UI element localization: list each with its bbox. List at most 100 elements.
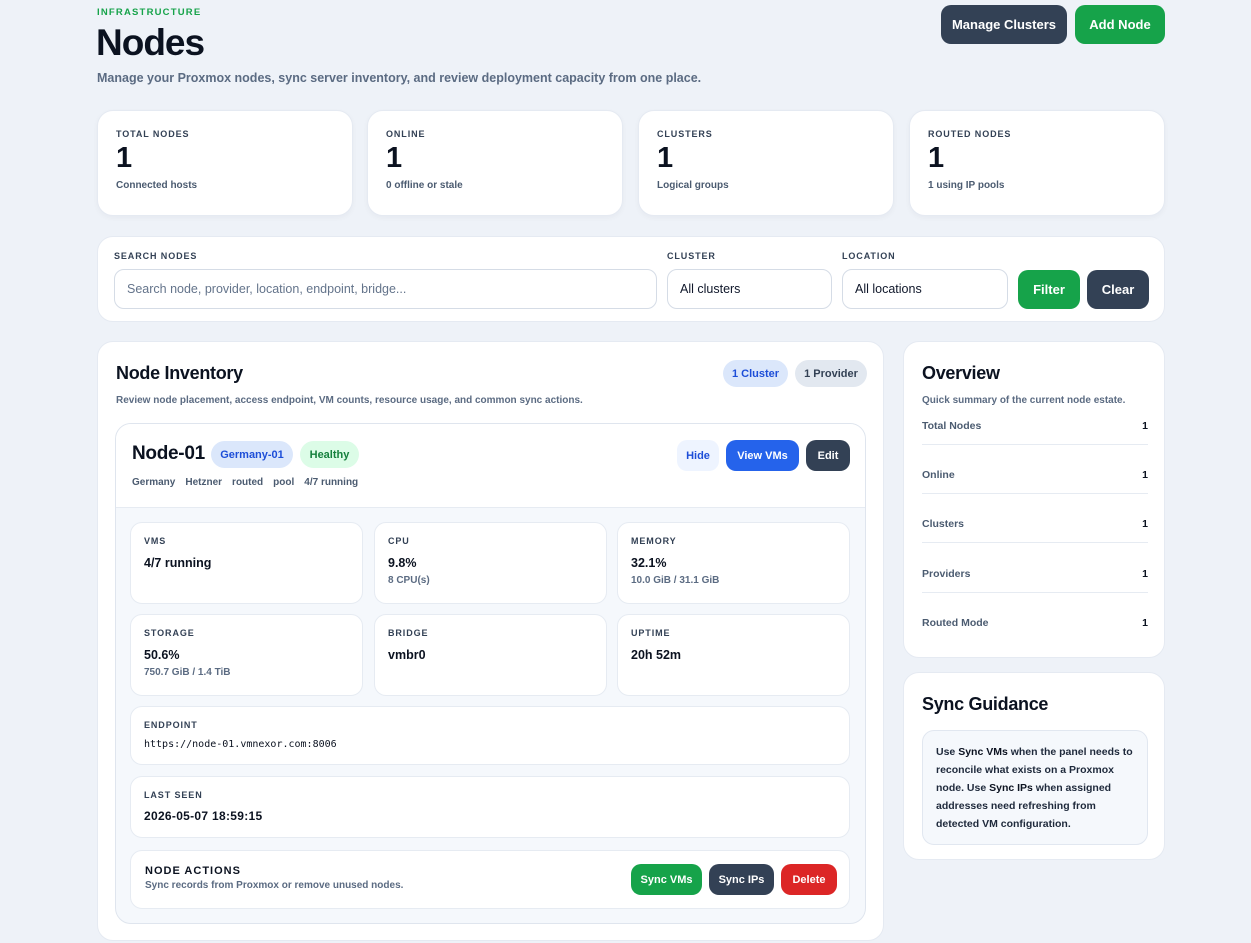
guidance-text-1: Use bbox=[936, 746, 959, 758]
metric-storage: STORAGE 50.6% 750.7 GiB / 1.4 TiB bbox=[130, 614, 363, 696]
page-title: Nodes bbox=[96, 22, 205, 63]
clear-button[interactable]: Clear bbox=[1087, 270, 1149, 309]
provider-count-pill: 1 Provider bbox=[795, 360, 867, 387]
edit-button[interactable]: Edit bbox=[806, 440, 850, 471]
overview-row-value: 1 bbox=[1142, 420, 1148, 432]
metric-uptime: UPTIME 20h 52m bbox=[617, 614, 850, 696]
stat-note: Logical groups bbox=[657, 179, 729, 191]
filter-bar: SEARCH NODES Search node, provider, loca… bbox=[97, 236, 1165, 322]
guidance-sync-vms: Sync VMs bbox=[958, 746, 1008, 758]
metric-label: STORAGE bbox=[144, 628, 195, 638]
search-label: SEARCH NODES bbox=[114, 251, 198, 261]
node-card-header: Node-01 Germany-01 Healthy Germany Hetzn… bbox=[116, 424, 865, 508]
divider bbox=[922, 542, 1148, 543]
stat-card-online: ONLINE 1 0 offline or stale bbox=[367, 110, 623, 216]
overview-panel: Overview Quick summary of the current no… bbox=[903, 341, 1165, 658]
stat-card-clusters: CLUSTERS 1 Logical groups bbox=[638, 110, 894, 216]
page-eyebrow: INFRASTRUCTURE bbox=[97, 7, 202, 18]
location-select[interactable]: All locations bbox=[842, 269, 1008, 309]
overview-subtitle: Quick summary of the current node estate… bbox=[922, 395, 1126, 406]
overview-title: Overview bbox=[922, 363, 1000, 383]
node-actions-box: NODE ACTIONS Sync records from Proxmox o… bbox=[130, 850, 850, 909]
metric-value: 4/7 running bbox=[144, 556, 212, 570]
node-meta: Germany Hetzner routed pool 4/7 running bbox=[132, 477, 358, 488]
stat-value: 1 bbox=[657, 142, 674, 174]
overview-row-online: Online 1 bbox=[922, 465, 1148, 485]
stat-value: 1 bbox=[386, 142, 403, 174]
sync-guidance-panel: Sync Guidance Use Sync VMs when the pane… bbox=[903, 672, 1165, 860]
sync-guidance-text: Use Sync VMs when the panel needs to rec… bbox=[922, 730, 1148, 845]
sync-ips-button[interactable]: Sync IPs bbox=[709, 864, 774, 895]
metric-label: MEMORY bbox=[631, 536, 677, 546]
view-vms-button[interactable]: View VMs bbox=[726, 440, 799, 471]
metric-value: 9.8% bbox=[388, 556, 417, 570]
last-seen-label: LAST SEEN bbox=[144, 790, 203, 800]
overview-row-value: 1 bbox=[1142, 568, 1148, 580]
cluster-label: CLUSTER bbox=[667, 251, 716, 261]
overview-row-total-nodes: Total Nodes 1 bbox=[922, 416, 1148, 436]
overview-row-label: Total Nodes bbox=[922, 420, 982, 432]
stat-label: ROUTED NODES bbox=[928, 129, 1012, 139]
metric-memory: MEMORY 32.1% 10.0 GiB / 31.1 GiB bbox=[617, 522, 850, 604]
page-subtitle: Manage your Proxmox nodes, sync server i… bbox=[97, 71, 702, 85]
metric-note: 750.7 GiB / 1.4 TiB bbox=[144, 667, 231, 678]
metric-label: UPTIME bbox=[631, 628, 671, 638]
node-meta-ip-mode: pool bbox=[273, 477, 295, 488]
metric-note: 8 CPU(s) bbox=[388, 575, 430, 586]
sync-guidance-title: Sync Guidance bbox=[922, 694, 1049, 714]
overview-row-providers: Providers 1 bbox=[922, 564, 1148, 584]
stat-note: Connected hosts bbox=[116, 179, 198, 191]
stat-value: 1 bbox=[928, 142, 945, 174]
hide-button[interactable]: Hide bbox=[677, 440, 719, 471]
metric-vms: VMS 4/7 running bbox=[130, 522, 363, 604]
stat-value: 1 bbox=[116, 142, 133, 174]
stat-label: TOTAL NODES bbox=[116, 129, 190, 139]
metric-cpu: CPU 9.8% 8 CPU(s) bbox=[374, 522, 607, 604]
metric-label: VMS bbox=[144, 536, 167, 546]
overview-row-value: 1 bbox=[1142, 518, 1148, 530]
endpoint-box: ENDPOINT https://node-01.vmnexor.com:800… bbox=[130, 706, 850, 765]
overview-row-value: 1 bbox=[1142, 469, 1148, 481]
overview-row-label: Routed Mode bbox=[922, 617, 989, 629]
metric-value: vmbr0 bbox=[388, 648, 426, 662]
node-meta-provider: Hetzner bbox=[185, 477, 223, 488]
overview-row-value: 1 bbox=[1142, 617, 1148, 629]
overview-row-routed-mode: Routed Mode 1 bbox=[922, 613, 1148, 633]
metric-label: BRIDGE bbox=[388, 628, 429, 638]
metric-value: 50.6% bbox=[144, 648, 180, 662]
metric-bridge: BRIDGE vmbr0 bbox=[374, 614, 607, 696]
add-node-button[interactable]: Add Node bbox=[1075, 5, 1165, 44]
filter-button[interactable]: Filter bbox=[1018, 270, 1080, 309]
overview-row-label: Online bbox=[922, 469, 955, 481]
inventory-title: Node Inventory bbox=[116, 363, 243, 383]
delete-button[interactable]: Delete bbox=[781, 864, 837, 895]
cluster-badge: Germany-01 bbox=[211, 441, 293, 468]
node-meta-mode: routed bbox=[232, 477, 264, 488]
stat-note: 1 using IP pools bbox=[928, 179, 1005, 191]
stat-label: ONLINE bbox=[386, 129, 426, 139]
overview-row-label: Providers bbox=[922, 568, 971, 580]
status-badge: Healthy bbox=[300, 441, 359, 468]
metric-note: 10.0 GiB / 31.1 GiB bbox=[631, 575, 720, 586]
cluster-count-pill: 1 Cluster bbox=[723, 360, 788, 387]
search-input[interactable]: Search node, provider, location, endpoin… bbox=[114, 269, 657, 309]
overview-row-clusters: Clusters 1 bbox=[922, 514, 1148, 534]
node-card: Node-01 Germany-01 Healthy Germany Hetzn… bbox=[115, 423, 866, 924]
last-seen-value: 2026-05-07 18:59:15 bbox=[144, 809, 263, 823]
stat-note: 0 offline or stale bbox=[386, 179, 463, 191]
node-meta-vm-status: 4/7 running bbox=[304, 477, 359, 488]
divider bbox=[922, 592, 1148, 593]
sync-vms-button[interactable]: Sync VMs bbox=[631, 864, 702, 895]
stat-card-total-nodes: TOTAL NODES 1 Connected hosts bbox=[97, 110, 353, 216]
divider bbox=[922, 444, 1148, 445]
metric-value: 32.1% bbox=[631, 556, 667, 570]
overview-row-label: Clusters bbox=[922, 518, 965, 530]
metric-label: CPU bbox=[388, 536, 410, 546]
stat-card-routed-nodes: ROUTED NODES 1 1 using IP pools bbox=[909, 110, 1165, 216]
manage-clusters-button[interactable]: Manage Clusters bbox=[941, 5, 1067, 44]
node-meta-location: Germany bbox=[132, 477, 176, 488]
cluster-select[interactable]: All clusters bbox=[667, 269, 832, 309]
location-label: LOCATION bbox=[842, 251, 896, 261]
node-name: Node-01 bbox=[132, 443, 205, 464]
endpoint-value: https://node-01.vmnexor.com:8006 bbox=[144, 739, 337, 750]
